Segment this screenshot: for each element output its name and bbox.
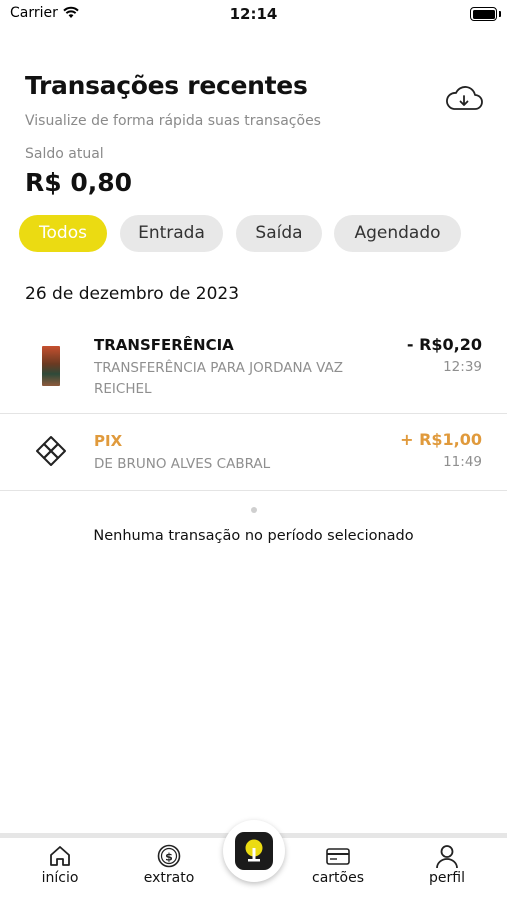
- center-action-button[interactable]: [223, 820, 285, 882]
- status-bar: Carrier 12:14: [0, 0, 507, 30]
- date-group-header: 26 de dezembro de 2023: [25, 284, 240, 304]
- transaction-time: 11:49: [443, 454, 482, 470]
- card-icon: [326, 848, 350, 865]
- filter-chip-todos[interactable]: Todos: [19, 215, 107, 252]
- tab-label: perfil: [429, 870, 465, 886]
- filter-chip-agendado[interactable]: Agendado: [334, 215, 461, 252]
- tab-cartoes[interactable]: cartões: [293, 838, 383, 886]
- tab-label: início: [41, 870, 79, 886]
- filter-chip-entrada[interactable]: Entrada: [120, 215, 223, 252]
- divider: [0, 490, 507, 491]
- loading-dot: [251, 507, 257, 513]
- battery-icon: [470, 7, 497, 21]
- transaction-amount: + R$1,00: [400, 430, 482, 449]
- transaction-thumbnail: [42, 346, 60, 386]
- pix-icon: [36, 436, 66, 466]
- tab-label: extrato: [143, 870, 195, 886]
- app-logo-icon: [235, 832, 273, 870]
- tab-inicio[interactable]: início: [15, 838, 105, 886]
- page-subtitle: Visualize de forma rápida suas transaçõe…: [25, 113, 321, 129]
- empty-state-message: Nenhuma transação no período selecionado: [93, 528, 414, 544]
- filter-chip-saida[interactable]: Saída: [236, 215, 322, 252]
- balance-label: Saldo atual: [25, 146, 104, 162]
- status-time: 12:14: [229, 5, 278, 23]
- transaction-description: TRANSFERÊNCIA PARA JORDANA VAZ REICHEL: [94, 360, 343, 397]
- transaction-amount: - R$0,20: [406, 335, 482, 354]
- balance-value: R$ 0,80: [25, 168, 133, 197]
- profile-icon: [436, 845, 458, 869]
- transaction-description: DE BRUNO ALVES CABRAL: [94, 456, 271, 472]
- cloud-download-icon[interactable]: [444, 84, 484, 114]
- divider: [0, 413, 507, 414]
- tab-extrato[interactable]: $ extrato: [124, 838, 214, 886]
- transaction-time: 12:39: [443, 359, 482, 375]
- tab-perfil[interactable]: perfil: [402, 838, 492, 886]
- svg-text:$: $: [165, 851, 173, 864]
- home-icon: [50, 846, 70, 866]
- transaction-title: TRANSFERÊNCIA: [94, 336, 234, 354]
- statement-icon: $: [157, 844, 181, 868]
- transaction-title: PIX: [94, 432, 123, 450]
- page-title: Transações recentes: [25, 71, 308, 100]
- tab-label: cartões: [312, 870, 364, 886]
